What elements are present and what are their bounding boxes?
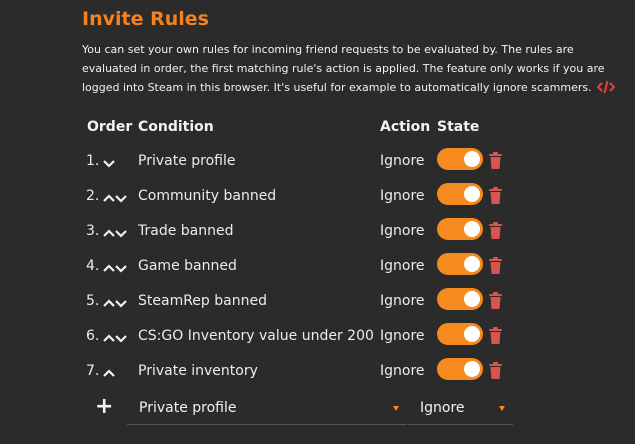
rule-action: Ignore: [380, 258, 425, 274]
move-up-icon[interactable]: [103, 229, 115, 237]
rule-order: 7.: [86, 363, 100, 379]
move-up-icon[interactable]: [103, 299, 115, 307]
toggle-knob: [464, 151, 480, 167]
rule-row: 1. Private profile Ignore: [0, 146, 635, 180]
header-order: Order: [87, 119, 133, 135]
chevron-down-icon: [393, 406, 399, 411]
rule-state-toggle[interactable]: [437, 323, 483, 345]
move-up-icon[interactable]: [103, 369, 115, 377]
rule-state-toggle[interactable]: [437, 218, 483, 240]
rule-order: 6.: [86, 328, 100, 344]
rule-order: 3.: [86, 223, 100, 239]
move-up-icon[interactable]: [103, 264, 115, 272]
rule-condition: SteamRep banned: [138, 293, 267, 309]
reorder-controls: [102, 260, 132, 276]
condition-select-value: Private profile: [139, 400, 237, 416]
rule-state-toggle[interactable]: [437, 288, 483, 310]
rule-order: 2.: [86, 188, 100, 204]
header-state: State: [437, 119, 480, 135]
reorder-controls: [102, 295, 132, 311]
trash-icon[interactable]: [488, 187, 503, 208]
reorder-controls: [102, 155, 132, 171]
toggle-knob: [464, 186, 480, 202]
rule-condition: CS:GO Inventory value under 200: [138, 328, 374, 344]
reorder-controls: [102, 225, 132, 241]
add-rule-row: + Private profile Ignore: [0, 394, 635, 426]
rule-action: Ignore: [380, 188, 425, 204]
rule-state-toggle[interactable]: [437, 148, 483, 170]
rule-condition: Game banned: [138, 258, 237, 274]
header-condition: Condition: [138, 119, 214, 135]
toggle-knob: [464, 361, 480, 377]
rule-state-toggle[interactable]: [437, 183, 483, 205]
move-up-icon[interactable]: [103, 194, 115, 202]
rule-action: Ignore: [380, 153, 425, 169]
toggle-knob: [464, 326, 480, 342]
rule-row: 7. Private inventory Ignore: [0, 356, 635, 390]
trash-icon[interactable]: [488, 152, 503, 173]
move-down-icon[interactable]: [103, 160, 115, 168]
rule-state-toggle[interactable]: [437, 253, 483, 275]
rule-row: 2. Community banned Ignore: [0, 181, 635, 215]
action-select-value: Ignore: [420, 400, 465, 416]
move-up-icon[interactable]: [103, 334, 115, 342]
rule-order: 1.: [86, 153, 100, 169]
trash-icon[interactable]: [488, 292, 503, 313]
toggle-knob: [464, 256, 480, 272]
rule-condition: Trade banned: [138, 223, 234, 239]
reorder-controls: [102, 365, 132, 381]
rule-condition: Private inventory: [138, 363, 258, 379]
move-down-icon[interactable]: [115, 300, 127, 308]
header-action: Action: [380, 119, 431, 135]
trash-icon[interactable]: [488, 222, 503, 243]
rule-row: 4. Game banned Ignore: [0, 251, 635, 285]
chevron-down-icon: [499, 406, 505, 411]
trash-icon[interactable]: [488, 362, 503, 383]
condition-select[interactable]: Private profile: [127, 394, 407, 425]
rule-order: 4.: [86, 258, 100, 274]
move-down-icon[interactable]: [115, 265, 127, 273]
rule-row: 3. Trade banned Ignore: [0, 216, 635, 250]
rule-condition: Community banned: [138, 188, 277, 204]
rule-row: 5. SteamRep banned Ignore: [0, 286, 635, 320]
rule-row: 6. CS:GO Inventory value under 200 Ignore: [0, 321, 635, 355]
rule-action: Ignore: [380, 293, 425, 309]
move-down-icon[interactable]: [115, 335, 127, 343]
reorder-controls: [102, 330, 132, 346]
toggle-knob: [464, 291, 480, 307]
page-title: Invite Rules: [82, 8, 209, 30]
description-body: You can set your own rules for incoming …: [82, 43, 605, 94]
trash-icon[interactable]: [488, 257, 503, 278]
move-down-icon[interactable]: [115, 195, 127, 203]
rule-condition: Private profile: [138, 153, 236, 169]
toggle-knob: [464, 221, 480, 237]
code-icon[interactable]: [596, 80, 616, 100]
move-down-icon[interactable]: [115, 230, 127, 238]
rule-state-toggle[interactable]: [437, 358, 483, 380]
rule-action: Ignore: [380, 223, 425, 239]
rule-order: 5.: [86, 293, 100, 309]
reorder-controls: [102, 190, 132, 206]
rule-action: Ignore: [380, 363, 425, 379]
description-text: You can set your own rules for incoming …: [82, 40, 627, 100]
rule-action: Ignore: [380, 328, 425, 344]
add-rule-button[interactable]: +: [95, 394, 113, 419]
trash-icon[interactable]: [488, 327, 503, 348]
action-select[interactable]: Ignore: [408, 394, 513, 425]
